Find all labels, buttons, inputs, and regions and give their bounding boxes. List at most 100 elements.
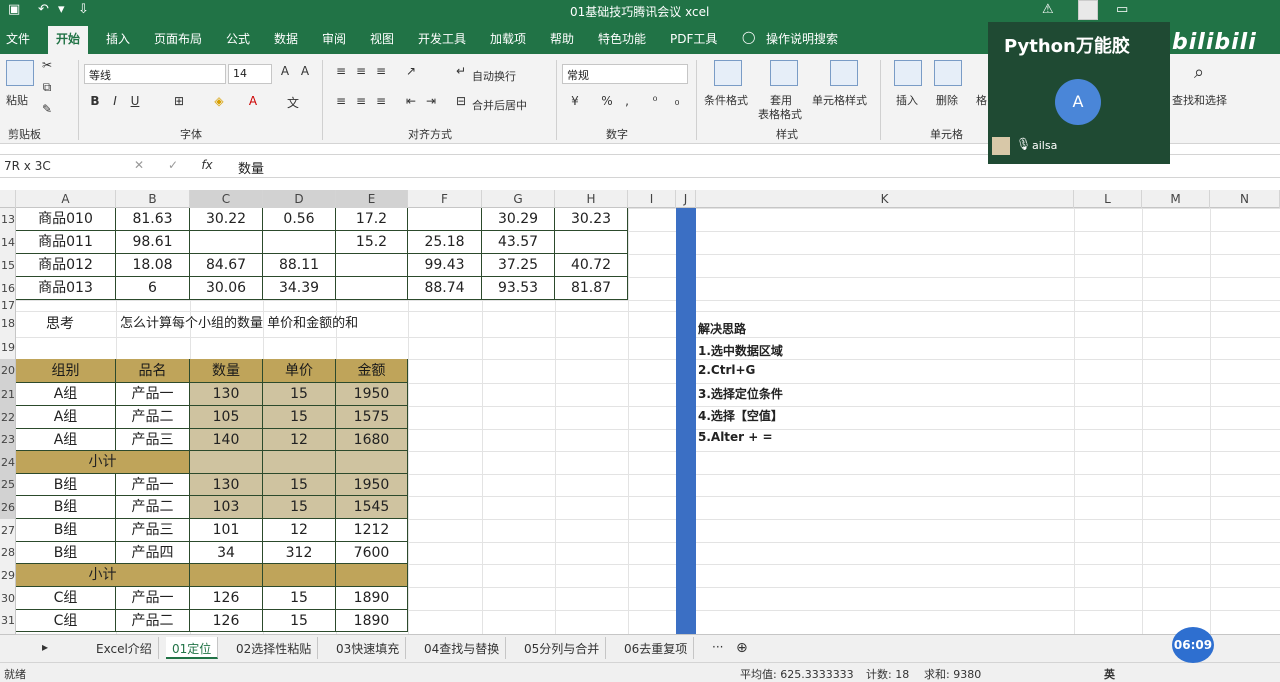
- table-cell[interactable]: 产品二: [116, 610, 190, 632]
- table-cell[interactable]: 品名: [116, 359, 190, 383]
- table-cell[interactable]: 25.18: [408, 231, 482, 254]
- table-cell[interactable]: 126: [190, 610, 263, 632]
- shrink-font-icon[interactable]: A: [296, 64, 314, 82]
- find-icon[interactable]: ⌕: [1190, 62, 1208, 83]
- add-sheet-icon[interactable]: ⊕: [730, 637, 754, 659]
- paste-icon[interactable]: [6, 60, 34, 86]
- cell-style-button[interactable]: 单元格样式: [812, 92, 867, 108]
- table-cell[interactable]: 15: [263, 474, 336, 496]
- table-cell[interactable]: 产品一: [116, 587, 190, 610]
- table-cell[interactable]: 15: [263, 496, 336, 519]
- merge-center-icon[interactable]: ⊟: [452, 94, 470, 112]
- table-cell[interactable]: 单价: [263, 359, 336, 383]
- align-right-icon[interactable]: ≡: [372, 94, 390, 112]
- row-header[interactable]: 30: [0, 587, 15, 610]
- font-color-icon[interactable]: A: [244, 94, 262, 112]
- table-cell[interactable]: 40.72: [555, 254, 628, 277]
- table-cell[interactable]: 1575: [336, 406, 408, 429]
- column-header[interactable]: B: [116, 190, 190, 208]
- row-header[interactable]: 22: [0, 406, 15, 429]
- row-header[interactable]: 14: [0, 231, 15, 254]
- table-cell[interactable]: 商品011: [16, 231, 116, 254]
- worksheet-grid[interactable]: 商品010 81.63 30.22 0.56 17.2 30.29 30.23 商品011 98…: [16, 208, 1280, 634]
- table-cell[interactable]: B组: [16, 496, 116, 519]
- table-cell[interactable]: 0.56: [263, 208, 336, 231]
- table-cell[interactable]: 1680: [336, 429, 408, 451]
- sheet-tab[interactable]: 06去重复项: [618, 637, 695, 659]
- customize-qat-icon[interactable]: ⇩: [78, 2, 89, 17]
- table-cell[interactable]: 产品二: [116, 496, 190, 519]
- table-cell[interactable]: 小计: [16, 564, 190, 587]
- row-header[interactable]: 18: [0, 311, 15, 337]
- column-header[interactable]: E: [336, 190, 408, 208]
- increase-indent-icon[interactable]: ⇥: [422, 94, 440, 112]
- tab-addins[interactable]: 加载项: [490, 30, 526, 47]
- bold-icon[interactable]: B: [86, 94, 104, 112]
- underline-icon[interactable]: U: [126, 94, 144, 112]
- enter-icon[interactable]: ✓: [164, 158, 182, 176]
- column-header[interactable]: K: [696, 190, 1074, 208]
- table-cell[interactable]: 组别: [16, 359, 116, 383]
- table-cell[interactable]: 1950: [336, 474, 408, 496]
- column-header[interactable]: H: [555, 190, 628, 208]
- comma-icon[interactable]: ,: [618, 94, 636, 112]
- table-cell[interactable]: 6: [116, 277, 190, 300]
- cell-style-icon[interactable]: [830, 60, 858, 86]
- sheet-tab[interactable]: Excel介绍: [90, 637, 159, 659]
- table-cell[interactable]: [555, 231, 628, 254]
- insert-cells-icon[interactable]: [894, 60, 922, 86]
- row-header[interactable]: 24: [0, 451, 15, 474]
- table-cell[interactable]: 37.25: [482, 254, 555, 277]
- column-header[interactable]: D: [263, 190, 336, 208]
- accounting-icon[interactable]: ¥: [566, 94, 584, 112]
- function-icon[interactable]: fx: [198, 158, 216, 176]
- row-header[interactable]: 16: [0, 277, 15, 300]
- table-cell[interactable]: 1950: [336, 383, 408, 406]
- table-cell[interactable]: A组: [16, 383, 116, 406]
- undo-icon[interactable]: ↶: [38, 2, 49, 17]
- table-cell[interactable]: 18.08: [116, 254, 190, 277]
- table-cell[interactable]: [190, 564, 263, 587]
- table-cell[interactable]: 15: [263, 383, 336, 406]
- row-header[interactable]: 25: [0, 474, 15, 496]
- table-cell[interactable]: C组: [16, 587, 116, 610]
- table-cell[interactable]: 30.22: [190, 208, 263, 231]
- table-cell[interactable]: 98.61: [116, 231, 190, 254]
- tab-help[interactable]: 帮助: [550, 30, 574, 47]
- table-cell[interactable]: [408, 208, 482, 231]
- name-box[interactable]: 7R x 3C: [0, 157, 88, 177]
- table-cell[interactable]: 1545: [336, 496, 408, 519]
- table-cell[interactable]: 12: [263, 519, 336, 542]
- table-format-label-2[interactable]: 表格格式: [758, 106, 802, 122]
- sheet-tab[interactable]: 03快速填充: [330, 637, 407, 659]
- cancel-icon[interactable]: ✕: [130, 158, 148, 176]
- tab-insert[interactable]: 插入: [106, 30, 130, 47]
- conditional-format-icon[interactable]: [714, 60, 742, 86]
- column-header[interactable]: F: [408, 190, 482, 208]
- tab-home[interactable]: 开始: [48, 26, 89, 54]
- table-cell[interactable]: 1890: [336, 587, 408, 610]
- merge-center-button[interactable]: 合并后居中: [472, 97, 527, 113]
- table-cell[interactable]: 81.63: [116, 208, 190, 231]
- table-cell[interactable]: 产品一: [116, 474, 190, 496]
- row-header[interactable]: 20: [0, 359, 15, 383]
- column-header[interactable]: C: [190, 190, 263, 208]
- table-cell[interactable]: 1890: [336, 610, 408, 632]
- italic-icon[interactable]: I: [106, 94, 124, 112]
- row-header[interactable]: 26: [0, 496, 15, 519]
- sheet-tab[interactable]: 05分列与合并: [518, 637, 607, 659]
- account-avatar[interactable]: [1078, 0, 1098, 20]
- font-size-select[interactable]: 14: [228, 64, 272, 84]
- cut-icon[interactable]: ✂: [38, 58, 56, 76]
- tab-file[interactable]: 文件: [6, 30, 30, 47]
- row-header[interactable]: 29: [0, 564, 15, 587]
- tab-review[interactable]: 审阅: [322, 30, 346, 47]
- sheet-tab[interactable]: 04查找与替换: [418, 637, 507, 659]
- table-cell[interactable]: 产品四: [116, 542, 190, 564]
- phonetic-icon[interactable]: 文: [284, 94, 302, 112]
- format-painter-icon[interactable]: ✎: [38, 102, 56, 120]
- ime-indicator[interactable]: 英: [1104, 666, 1115, 682]
- tab-special[interactable]: 特色功能: [598, 30, 646, 47]
- align-top-icon[interactable]: ≡: [332, 64, 350, 82]
- table-cell[interactable]: 101: [190, 519, 263, 542]
